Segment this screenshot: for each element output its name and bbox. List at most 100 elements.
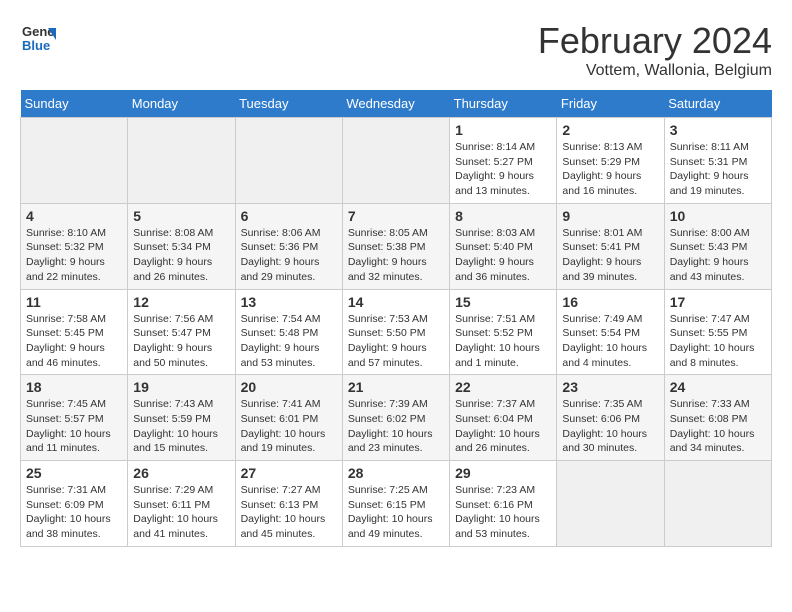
day-info: Sunrise: 7:43 AMSunset: 5:59 PMDaylight:… bbox=[133, 397, 229, 456]
calendar-cell: 29 Sunrise: 7:23 AMSunset: 6:16 PMDayligh… bbox=[450, 461, 557, 547]
day-number: 16 bbox=[562, 294, 658, 310]
weekday-header-saturday: Saturday bbox=[664, 90, 771, 118]
day-number: 25 bbox=[26, 465, 122, 481]
calendar-cell bbox=[21, 118, 128, 204]
weekday-header-row: SundayMondayTuesdayWednesdayThursdayFrid… bbox=[21, 90, 772, 118]
day-number: 4 bbox=[26, 208, 122, 224]
calendar-cell: 27 Sunrise: 7:27 AMSunset: 6:13 PMDayligh… bbox=[235, 461, 342, 547]
day-number: 9 bbox=[562, 208, 658, 224]
day-info: Sunrise: 7:51 AMSunset: 5:52 PMDaylight:… bbox=[455, 312, 551, 371]
weekday-header-friday: Friday bbox=[557, 90, 664, 118]
weekday-header-sunday: Sunday bbox=[21, 90, 128, 118]
day-info: Sunrise: 7:29 AMSunset: 6:11 PMDaylight:… bbox=[133, 483, 229, 542]
day-info: Sunrise: 7:56 AMSunset: 5:47 PMDaylight:… bbox=[133, 312, 229, 371]
month-title: February 2024 bbox=[538, 20, 772, 62]
calendar-cell: 24Sunrise: 7:33 AMSunset: 6:08 PMDayligh… bbox=[664, 375, 771, 461]
calendar-cell: 15 Sunrise: 7:51 AMSunset: 5:52 PMDayligh… bbox=[450, 289, 557, 375]
calendar-cell: 10 Sunrise: 8:00 AMSunset: 5:43 PMDayligh… bbox=[664, 203, 771, 289]
day-number: 29 bbox=[455, 465, 551, 481]
day-number: 2 bbox=[562, 122, 658, 138]
day-info: Sunrise: 7:37 AMSunset: 6:04 PMDaylight:… bbox=[455, 397, 551, 456]
location-subtitle: Vottem, Wallonia, Belgium bbox=[538, 62, 772, 80]
calendar-cell: 21Sunrise: 7:39 AMSunset: 6:02 PMDayligh… bbox=[342, 375, 449, 461]
day-number: 11 bbox=[26, 294, 122, 310]
day-info: Sunrise: 7:35 AMSunset: 6:06 PMDaylight:… bbox=[562, 397, 658, 456]
day-number: 12 bbox=[133, 294, 229, 310]
day-info: Sunrise: 7:25 AMSunset: 6:15 PMDaylight:… bbox=[348, 483, 444, 542]
calendar-cell: 11 Sunrise: 7:58 AMSunset: 5:45 PMDayligh… bbox=[21, 289, 128, 375]
calendar-cell bbox=[128, 118, 235, 204]
day-number: 14 bbox=[348, 294, 444, 310]
calendar-cell: 13 Sunrise: 7:54 AMSunset: 5:48 PMDayligh… bbox=[235, 289, 342, 375]
week-row-3: 11 Sunrise: 7:58 AMSunset: 5:45 PMDayligh… bbox=[21, 289, 772, 375]
calendar-cell: 14 Sunrise: 7:53 AMSunset: 5:50 PMDayligh… bbox=[342, 289, 449, 375]
weekday-header-monday: Monday bbox=[128, 90, 235, 118]
day-number: 13 bbox=[241, 294, 337, 310]
day-info: Sunrise: 8:13 AMSunset: 5:29 PMDaylight:… bbox=[562, 140, 658, 199]
calendar-cell: 3 Sunrise: 8:11 AMSunset: 5:31 PMDaylight… bbox=[664, 118, 771, 204]
day-number: 26 bbox=[133, 465, 229, 481]
calendar-cell: 25 Sunrise: 7:31 AMSunset: 6:09 PMDayligh… bbox=[21, 461, 128, 547]
day-number: 18 bbox=[26, 379, 122, 395]
weekday-header-tuesday: Tuesday bbox=[235, 90, 342, 118]
logo: General Blue bbox=[20, 20, 56, 56]
day-number: 20 bbox=[241, 379, 337, 395]
day-number: 3 bbox=[670, 122, 766, 138]
calendar-cell: 23 Sunrise: 7:35 AMSunset: 6:06 PMDayligh… bbox=[557, 375, 664, 461]
day-info: Sunrise: 7:41 AMSunset: 6:01 PMDaylight:… bbox=[241, 397, 337, 456]
day-info: Sunrise: 7:47 AMSunset: 5:55 PMDaylight:… bbox=[670, 312, 766, 371]
weekday-header-wednesday: Wednesday bbox=[342, 90, 449, 118]
day-info: Sunrise: 7:54 AMSunset: 5:48 PMDaylight:… bbox=[241, 312, 337, 371]
day-number: 8 bbox=[455, 208, 551, 224]
day-info: Sunrise: 7:33 AMSunset: 6:08 PMDaylight:… bbox=[670, 397, 766, 456]
calendar-cell: 18Sunrise: 7:45 AMSunset: 5:57 PMDayligh… bbox=[21, 375, 128, 461]
day-number: 19 bbox=[133, 379, 229, 395]
calendar-cell bbox=[342, 118, 449, 204]
day-info: Sunrise: 7:23 AMSunset: 6:16 PMDaylight:… bbox=[455, 483, 551, 542]
logo-icon: General Blue bbox=[20, 20, 56, 56]
day-info: Sunrise: 8:08 AMSunset: 5:34 PMDaylight:… bbox=[133, 226, 229, 285]
week-row-1: 1 Sunrise: 8:14 AMSunset: 5:27 PMDaylight… bbox=[21, 118, 772, 204]
day-info: Sunrise: 8:00 AMSunset: 5:43 PMDaylight:… bbox=[670, 226, 766, 285]
week-row-4: 18Sunrise: 7:45 AMSunset: 5:57 PMDayligh… bbox=[21, 375, 772, 461]
day-info: Sunrise: 8:10 AMSunset: 5:32 PMDaylight:… bbox=[26, 226, 122, 285]
day-info: Sunrise: 7:49 AMSunset: 5:54 PMDaylight:… bbox=[562, 312, 658, 371]
day-info: Sunrise: 8:11 AMSunset: 5:31 PMDaylight:… bbox=[670, 140, 766, 199]
day-info: Sunrise: 8:06 AMSunset: 5:36 PMDaylight:… bbox=[241, 226, 337, 285]
day-number: 10 bbox=[670, 208, 766, 224]
calendar-table: SundayMondayTuesdayWednesdayThursdayFrid… bbox=[20, 90, 772, 547]
calendar-cell: 12 Sunrise: 7:56 AMSunset: 5:47 PMDayligh… bbox=[128, 289, 235, 375]
svg-text:Blue: Blue bbox=[22, 38, 50, 53]
day-number: 17 bbox=[670, 294, 766, 310]
day-number: 7 bbox=[348, 208, 444, 224]
calendar-cell bbox=[235, 118, 342, 204]
day-number: 21 bbox=[348, 379, 444, 395]
calendar-cell: 16 Sunrise: 7:49 AMSunset: 5:54 PMDayligh… bbox=[557, 289, 664, 375]
day-number: 28 bbox=[348, 465, 444, 481]
day-info: Sunrise: 7:27 AMSunset: 6:13 PMDaylight:… bbox=[241, 483, 337, 542]
calendar-cell: 9 Sunrise: 8:01 AMSunset: 5:41 PMDaylight… bbox=[557, 203, 664, 289]
calendar-cell bbox=[664, 461, 771, 547]
day-number: 1 bbox=[455, 122, 551, 138]
week-row-5: 25 Sunrise: 7:31 AMSunset: 6:09 PMDayligh… bbox=[21, 461, 772, 547]
day-number: 22 bbox=[455, 379, 551, 395]
calendar-cell: 7 Sunrise: 8:05 AMSunset: 5:38 PMDaylight… bbox=[342, 203, 449, 289]
day-number: 6 bbox=[241, 208, 337, 224]
day-number: 23 bbox=[562, 379, 658, 395]
day-info: Sunrise: 8:03 AMSunset: 5:40 PMDaylight:… bbox=[455, 226, 551, 285]
calendar-cell: 4 Sunrise: 8:10 AMSunset: 5:32 PMDaylight… bbox=[21, 203, 128, 289]
calendar-cell: 19 Sunrise: 7:43 AMSunset: 5:59 PMDayligh… bbox=[128, 375, 235, 461]
calendar-cell: 17 Sunrise: 7:47 AMSunset: 5:55 PMDayligh… bbox=[664, 289, 771, 375]
calendar-cell: 8 Sunrise: 8:03 AMSunset: 5:40 PMDaylight… bbox=[450, 203, 557, 289]
day-number: 27 bbox=[241, 465, 337, 481]
calendar-cell: 2 Sunrise: 8:13 AMSunset: 5:29 PMDaylight… bbox=[557, 118, 664, 204]
day-info: Sunrise: 7:58 AMSunset: 5:45 PMDaylight:… bbox=[26, 312, 122, 371]
day-info: Sunrise: 7:31 AMSunset: 6:09 PMDaylight:… bbox=[26, 483, 122, 542]
day-info: Sunrise: 8:01 AMSunset: 5:41 PMDaylight:… bbox=[562, 226, 658, 285]
day-info: Sunrise: 7:53 AMSunset: 5:50 PMDaylight:… bbox=[348, 312, 444, 371]
title-area: February 2024 Vottem, Wallonia, Belgium bbox=[538, 20, 772, 80]
day-number: 15 bbox=[455, 294, 551, 310]
calendar-cell: 28 Sunrise: 7:25 AMSunset: 6:15 PMDayligh… bbox=[342, 461, 449, 547]
day-info: Sunrise: 8:14 AMSunset: 5:27 PMDaylight:… bbox=[455, 140, 551, 199]
day-info: Sunrise: 8:05 AMSunset: 5:38 PMDaylight:… bbox=[348, 226, 444, 285]
